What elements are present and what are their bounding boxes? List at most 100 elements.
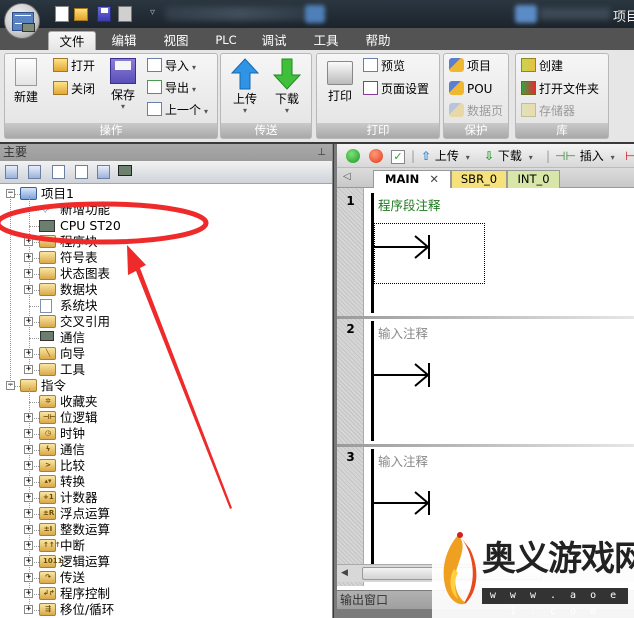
tab-view[interactable]: 视图 <box>156 31 196 50</box>
previous-button[interactable]: 上一个 ▾ <box>147 100 208 120</box>
symbol-table-icon[interactable] <box>28 165 41 179</box>
save-dropdown-caret[interactable]: ▾ <box>107 103 139 111</box>
stop-button[interactable] <box>369 148 383 164</box>
pin-icon[interactable]: ⊥ <box>317 144 326 161</box>
save-disk-icon <box>110 58 136 84</box>
scroll-left-arrow[interactable]: ◀ <box>341 568 348 578</box>
arrow-path <box>414 235 430 259</box>
program-block-icon[interactable] <box>5 165 18 179</box>
run-button[interactable] <box>346 148 360 164</box>
ribbon-group-transfer: 上传 ▾ 下载 ▾ 传送 <box>220 53 312 139</box>
cross-reference-icon[interactable] <box>97 165 110 179</box>
rung-end-arrow <box>414 491 430 515</box>
customize-quick-access-dropdown[interactable]: ▿ <box>150 7 155 18</box>
tree-item[interactable]: + +1 计数器 <box>0 490 330 506</box>
tree-item[interactable]: + ⇶ 移位/循环 <box>0 602 330 618</box>
save-button[interactable]: 保存 ▾ <box>107 58 139 111</box>
tree-item[interactable]: + 交叉引用 <box>0 314 330 330</box>
compile-button[interactable]: ✓ <box>391 148 405 164</box>
download-button[interactable]: 下载 ▾ <box>269 58 305 115</box>
upload-button[interactable]: 上传 ▾ <box>227 58 263 115</box>
upload-dropdown-caret[interactable]: ▾ <box>227 107 263 115</box>
tab-main[interactable]: MAIN ✕ <box>373 170 451 188</box>
tree-item[interactable]: 系统块 <box>0 298 330 314</box>
tree-item[interactable]: +1011 逻辑运算 <box>0 554 330 570</box>
tree-root-guide <box>10 196 11 386</box>
tree-item[interactable]: + ϟ 通信 <box>0 442 330 458</box>
preview-button[interactable]: 预览 <box>363 56 405 76</box>
app-menu-button[interactable] <box>4 3 40 39</box>
network[interactable]: 1 程序段注释 <box>337 188 634 316</box>
tree-item[interactable]: + ⊣⊢ 位逻辑 <box>0 410 330 426</box>
tree-item[interactable]: + ↲↱ 程序控制 <box>0 586 330 602</box>
folder-icon <box>39 235 56 248</box>
network[interactable]: 2 输入注释 <box>337 316 634 444</box>
tree-item[interactable]: 通信 <box>0 330 330 346</box>
network-comment[interactable]: 输入注释 <box>378 323 428 342</box>
download-dropdown-caret[interactable]: ▾ <box>269 107 305 115</box>
print-icon[interactable] <box>118 6 132 22</box>
tree-item[interactable]: + ↷ 传送 <box>0 570 330 586</box>
tab-debug[interactable]: 调试 <box>254 31 294 50</box>
editor-upload-button[interactable]: ⇧ 上传 ▾ <box>421 148 470 166</box>
tree-item[interactable]: + 工具 <box>0 362 330 378</box>
tree-item[interactable]: ✲ 收藏夹 <box>0 394 330 410</box>
tab-plc[interactable]: PLC <box>208 31 244 50</box>
tab-int-0[interactable]: INT_0 <box>507 170 560 188</box>
tree-item[interactable]: + ◷ 时钟 <box>0 426 330 442</box>
communication-icon[interactable] <box>118 165 132 176</box>
close-tab-icon[interactable]: ✕ <box>429 172 439 186</box>
create-library-button[interactable]: 创建 <box>521 56 563 76</box>
tree-item[interactable]: + 符号表 <box>0 250 330 266</box>
tree-root[interactable]: − 项目1 <box>0 186 330 202</box>
tree-item[interactable]: + ╲ 向导 <box>0 346 330 362</box>
print-button[interactable]: 打印 <box>323 58 357 104</box>
data-block-icon[interactable] <box>52 165 65 179</box>
protect-pou-button[interactable]: POU <box>449 79 492 99</box>
library-memory-button[interactable]: 存储器 <box>521 101 575 121</box>
tab-file[interactable]: 文件 <box>48 31 96 50</box>
tree-item[interactable]: + ▴▾ 转换 <box>0 474 330 490</box>
tree-item[interactable]: + > 比较 <box>0 458 330 474</box>
network-comment[interactable]: 输入注释 <box>378 451 428 470</box>
tab-edit[interactable]: 编辑 <box>104 31 144 50</box>
tree-item[interactable]: + ±I 整数运算 <box>0 522 330 538</box>
close-button[interactable]: 关闭 <box>53 79 95 99</box>
open-button[interactable]: 打开 <box>53 56 95 76</box>
ribbon-group-library: 创建 打开文件夹 存储器 库 <box>515 53 609 139</box>
new-file-icon[interactable] <box>55 6 69 22</box>
tree-item[interactable]: + 状态图表 <box>0 266 330 282</box>
tab-help[interactable]: 帮助 <box>358 31 398 50</box>
tab-scroll-left[interactable]: ◁ <box>343 171 351 182</box>
network-number: 2 <box>346 322 355 336</box>
tree-item[interactable]: + ↑↑↑ 中断 <box>0 538 330 554</box>
save-icon[interactable] <box>97 6 111 22</box>
tree-item[interactable]: + 数据块 <box>0 282 330 298</box>
new-button[interactable]: 新建 <box>9 58 43 105</box>
menu-bar: 文件 编辑 视图 PLC 调试 工具 帮助 <box>0 28 634 50</box>
editor-download-button[interactable]: ⇩ 下载 ▾ <box>484 148 533 166</box>
tab-tools[interactable]: 工具 <box>306 31 346 50</box>
insert-button[interactable]: ⊣⊢ 插入 ▾ <box>555 148 615 166</box>
system-block-icon[interactable] <box>75 165 88 179</box>
open-library-folder-button[interactable]: 打开文件夹 <box>521 79 599 99</box>
export-button[interactable]: 导出 ▾ <box>147 78 196 98</box>
import-button[interactable]: 导入 ▾ <box>147 56 196 76</box>
protect-project-button[interactable]: 项目 <box>449 56 491 76</box>
pane-header: 主要 ⊥ <box>0 144 332 161</box>
tree-label: 符号表 <box>60 250 98 265</box>
tree-item[interactable]: CPU ST20 <box>0 218 330 234</box>
tab-sbr-0[interactable]: SBR_0 <box>451 170 507 188</box>
tree-item[interactable]: + 程序块 <box>0 234 330 250</box>
blurred-title-region <box>540 8 610 20</box>
preview-magnifier-icon <box>363 58 378 72</box>
tree-item[interactable]: + ±R 浮点运算 <box>0 506 330 522</box>
delete-contact-icon[interactable]: ⊢ <box>625 148 634 164</box>
key-icon <box>449 81 464 95</box>
tree-item[interactable]: ✧ 新增功能 <box>0 202 330 218</box>
open-folder-icon[interactable] <box>74 8 88 21</box>
network-comment[interactable]: 程序段注释 <box>378 195 441 214</box>
protect-data-page-button[interactable]: 数据页 <box>449 101 503 121</box>
page-setup-button[interactable]: 页面设置 <box>363 79 429 99</box>
tree-root[interactable]: − 指令 <box>0 378 330 394</box>
